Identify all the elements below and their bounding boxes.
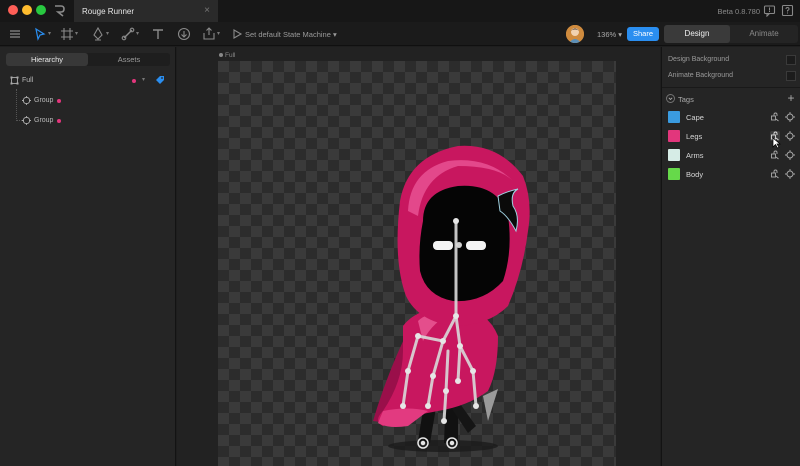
divider (662, 87, 800, 88)
bind-icon[interactable] (770, 150, 780, 160)
tree-item-label: Group (34, 117, 54, 124)
export-tool-icon[interactable] (202, 27, 216, 41)
left-panel-tabs: Hierarchy Assets (6, 53, 170, 66)
close-window-button[interactable] (8, 5, 18, 15)
design-background-label: Design Background (668, 56, 730, 63)
play-icon[interactable] (230, 27, 244, 41)
minimize-window-button[interactable] (22, 5, 32, 15)
export-tool-chevron-down-icon[interactable]: ▾ (217, 30, 220, 37)
tag-name: Arms (686, 151, 704, 160)
tree-item-label: Group (34, 97, 54, 104)
character-illustration[interactable] (348, 121, 548, 461)
tree-item-group[interactable]: Group (22, 95, 172, 107)
tree-item-group[interactable]: Group (22, 115, 172, 127)
tree-item-full[interactable]: Full ▾ (10, 75, 170, 87)
right-panel: Design Background Animate Background Tag… (661, 47, 800, 466)
tag-color-swatch[interactable] (668, 111, 680, 123)
tab-design[interactable]: Design (664, 25, 730, 43)
animate-background-label: Animate Background (668, 72, 733, 79)
pen-tool-chevron-down-icon[interactable]: ▾ (106, 30, 109, 37)
collapse-icon[interactable] (666, 94, 675, 105)
status-dot (57, 119, 61, 123)
text-tool-icon[interactable] (151, 27, 165, 41)
tag-color-swatch[interactable] (668, 130, 680, 142)
mode-switcher: Design Animate (664, 25, 798, 43)
app-logo-icon[interactable] (52, 4, 66, 18)
canvas[interactable]: Full (177, 47, 660, 466)
artboard-tool-chevron-down-icon[interactable]: ▾ (75, 30, 78, 37)
artboard-label: Full (219, 52, 235, 59)
group-icon (22, 116, 31, 125)
target-icon[interactable] (785, 169, 795, 179)
tag-icon[interactable] (155, 75, 165, 87)
bone-tool-chevron-down-icon[interactable]: ▾ (136, 30, 139, 37)
select-tool-icon[interactable] (33, 27, 47, 41)
tab-hierarchy[interactable]: Hierarchy (6, 53, 88, 66)
tag-row-cape[interactable]: Cape (668, 111, 798, 125)
import-tool-icon[interactable] (177, 27, 191, 41)
artboard-icon (10, 76, 19, 85)
tag-name: Body (686, 170, 704, 179)
artboard-name: Full (225, 52, 236, 59)
add-tag-button[interactable]: + (785, 92, 797, 104)
select-tool-chevron-down-icon[interactable]: ▾ (48, 30, 51, 37)
bone-tool-icon[interactable] (121, 27, 135, 41)
zoom-chevron-down-icon: ▾ (618, 30, 623, 39)
toolbar: ▾ ▾ ▾ ▾ ▾ Set default State Machine ▾ 13… (0, 22, 800, 46)
tag-name: Cape (686, 113, 704, 122)
help-icon[interactable] (781, 4, 794, 17)
state-machine-chevron-down-icon: ▾ (332, 30, 337, 39)
avatar[interactable] (566, 25, 584, 43)
tab-animate[interactable]: Animate (731, 25, 797, 43)
close-tab-icon[interactable]: × (204, 5, 210, 16)
bind-icon[interactable] (770, 169, 780, 179)
tag-name: Legs (686, 132, 703, 141)
animate-background-swatch[interactable] (786, 71, 796, 81)
state-machine-dropdown[interactable]: Set default State Machine ▾ (245, 30, 337, 39)
artboard[interactable] (218, 61, 616, 466)
artboard-dot-icon (219, 53, 223, 58)
tab-assets[interactable]: Assets (88, 53, 170, 66)
document-tab[interactable]: Rouge Runner × (74, 0, 218, 22)
feedback-icon[interactable] (763, 4, 776, 18)
tag-row-arms[interactable]: Arms (668, 149, 798, 163)
tag-color-swatch[interactable] (668, 149, 680, 161)
zoom-dropdown[interactable]: 136% ▾ (597, 30, 622, 39)
title-bar: Rouge Runner × Beta 0.8.780 (0, 0, 800, 22)
version-label: Beta 0.8.780 (717, 7, 760, 16)
left-panel: Hierarchy Assets Full ▾ Group Group (0, 47, 176, 466)
design-background-swatch[interactable] (786, 55, 796, 65)
target-icon[interactable] (785, 150, 795, 160)
tree-connector (16, 89, 17, 121)
target-icon[interactable] (785, 112, 795, 122)
tags-label: Tags (678, 95, 694, 104)
document-tab-title: Rouge Runner (82, 7, 135, 16)
bind-icon[interactable] (770, 112, 780, 122)
maximize-window-button[interactable] (36, 5, 46, 15)
artboard-tool-icon[interactable] (60, 27, 74, 41)
share-button[interactable]: Share (627, 27, 659, 41)
tag-row-body[interactable]: Body (668, 168, 798, 182)
pen-tool-icon[interactable] (91, 26, 105, 41)
tree-item-chevron-down-icon[interactable]: ▾ (142, 76, 145, 83)
mouse-cursor-icon (772, 137, 781, 149)
menu-icon[interactable] (8, 27, 22, 41)
target-icon[interactable] (785, 131, 795, 141)
tag-color-swatch[interactable] (668, 168, 680, 180)
status-dot (132, 79, 136, 83)
status-dot (57, 99, 61, 103)
tree-item-label: Full (22, 77, 34, 84)
state-machine-label: Set default State Machine (245, 30, 331, 39)
group-icon (22, 96, 31, 105)
zoom-level: 136% (597, 30, 617, 39)
